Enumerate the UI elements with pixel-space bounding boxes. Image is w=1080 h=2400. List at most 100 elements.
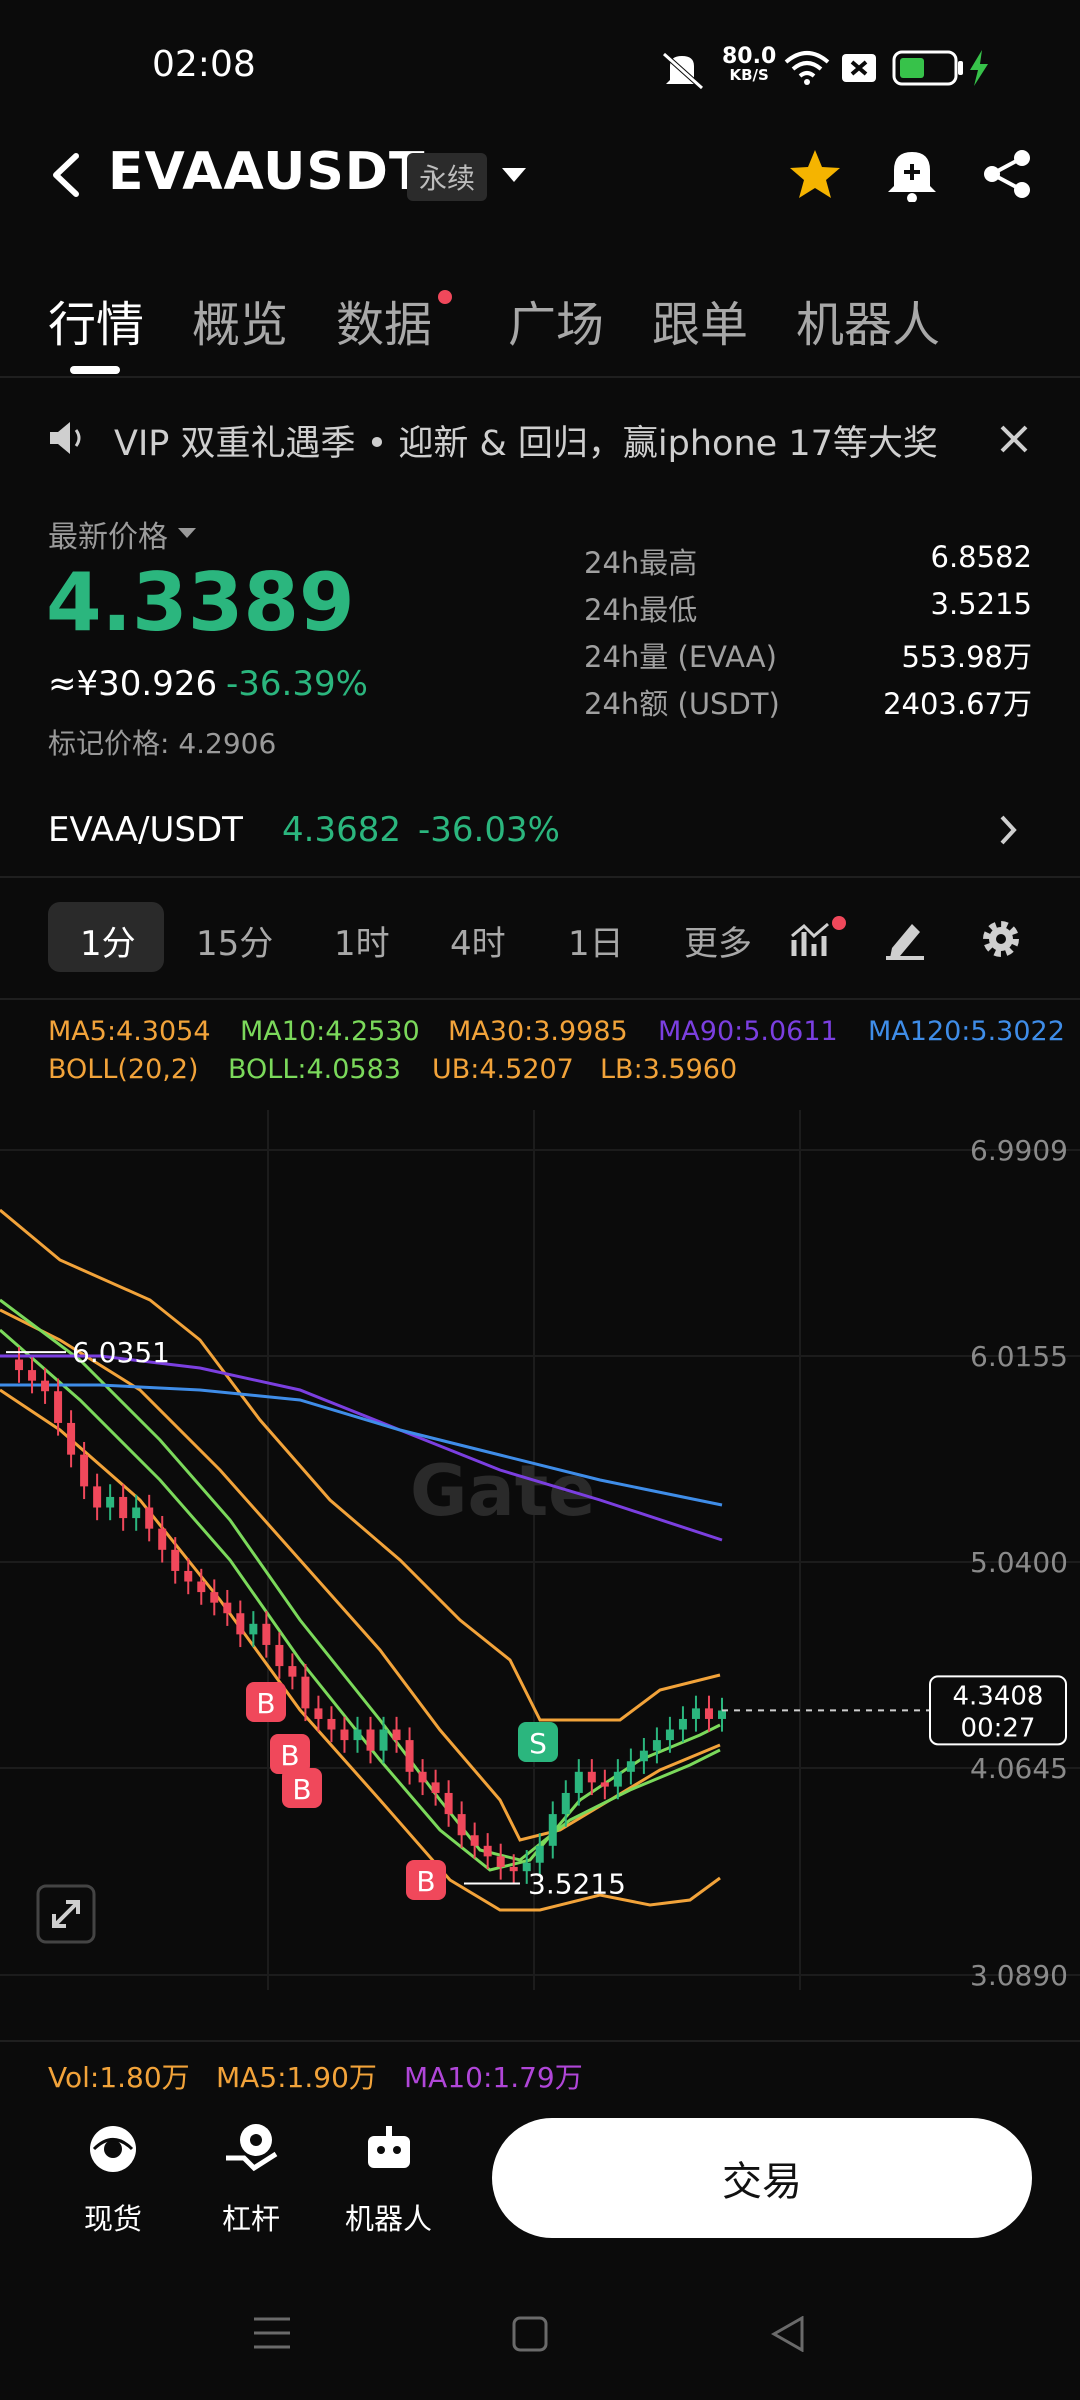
- y-axis-label: 3.0890: [970, 1959, 1068, 1992]
- candle-body: [431, 1782, 440, 1793]
- candle-body: [301, 1676, 310, 1709]
- candle-body: [470, 1835, 479, 1846]
- back-icon[interactable]: [770, 2316, 806, 2352]
- margin-icon[interactable]: [224, 2122, 278, 2174]
- candle-body: [340, 1729, 349, 1741]
- tab-data[interactable]: 数据: [336, 285, 432, 355]
- tab-copy-trading[interactable]: 跟单: [652, 285, 748, 355]
- timeframe-4h[interactable]: 4时: [450, 916, 506, 965]
- buy-signal-label: B: [292, 1773, 311, 1806]
- mute-icon: [662, 52, 704, 90]
- timeframe-1m[interactable]: 1分: [80, 916, 136, 965]
- timeframe-15m[interactable]: 15分: [196, 916, 273, 965]
- robot-icon[interactable]: [364, 2124, 414, 2172]
- candle-body: [613, 1771, 622, 1787]
- ma10-value: MA10:4.2530: [240, 1016, 420, 1047]
- caret-down-icon: [178, 528, 196, 538]
- candle-body: [366, 1729, 375, 1751]
- charging-icon: [970, 50, 988, 86]
- fullscreen-icon[interactable]: [36, 1884, 96, 1944]
- stat-label: 24h最高: [584, 546, 698, 580]
- index-change: -36.03%: [418, 810, 560, 850]
- markers: 6.03513.52154.340800:27BBBBS: [6, 1336, 1067, 1901]
- boll-upper-line: [0, 1208, 721, 1722]
- tab-square[interactable]: 广场: [508, 285, 604, 355]
- tab-active-indicator: [70, 366, 120, 374]
- change-percent: -36.39%: [226, 664, 368, 704]
- spot-icon[interactable]: [88, 2124, 138, 2174]
- buy-signal-label: B: [416, 1865, 435, 1898]
- candle-body: [327, 1718, 336, 1730]
- candle-body: [223, 1602, 232, 1614]
- y-axis-label: 4.0645: [970, 1752, 1068, 1785]
- announcement-text[interactable]: VIP 双重礼遇季 • 迎新 & 回归，赢iphone 17等大奖: [114, 415, 938, 466]
- cny-price: ≈¥30.926: [48, 664, 218, 704]
- sell-signal-label: S: [529, 1727, 547, 1760]
- candle-body: [67, 1422, 76, 1455]
- ma120-line: [0, 1383, 723, 1507]
- buy-signal-label: B: [256, 1687, 275, 1720]
- latest-price-label[interactable]: 最新价格: [48, 512, 196, 556]
- candles: [15, 1346, 726, 1884]
- candle-body: [288, 1666, 297, 1677]
- nav-margin[interactable]: 杠杆: [222, 2196, 280, 2238]
- candle-body: [678, 1718, 687, 1730]
- candle-body: [626, 1761, 635, 1772]
- caret-down-icon[interactable]: [502, 168, 526, 184]
- tab-overview[interactable]: 概览: [192, 285, 288, 355]
- tab-market[interactable]: 行情: [48, 285, 144, 355]
- alert-bell-icon[interactable]: [886, 146, 938, 202]
- chevron-right-icon[interactable]: [998, 814, 1018, 846]
- star-icon[interactable]: [788, 148, 842, 200]
- stat-value: 6.8582: [930, 540, 1032, 574]
- indicator-lines: [0, 1208, 723, 1912]
- indicator-icon[interactable]: [790, 918, 836, 960]
- boll-ub-value: UB:4.5207: [432, 1054, 574, 1085]
- ma90-line: [0, 1354, 723, 1542]
- candle-body: [561, 1792, 570, 1815]
- candle-body: [236, 1613, 245, 1635]
- candle-body: [119, 1496, 128, 1519]
- candle-body: [600, 1782, 609, 1787]
- candle-body: [444, 1792, 453, 1815]
- settings-gear-icon[interactable]: [980, 918, 1022, 960]
- battery-icon: [892, 50, 963, 86]
- candlestick-chart[interactable]: Gate 6.99096.01555.04004.06453.0890 01:1…: [0, 1100, 1080, 2000]
- draw-tool-icon[interactable]: [884, 918, 928, 960]
- index-price: 4.3682: [282, 810, 401, 850]
- ma5-line: [0, 1328, 721, 1872]
- sim-off-icon: [842, 54, 876, 82]
- share-icon[interactable]: [982, 148, 1032, 200]
- timeframe-more[interactable]: 更多: [684, 916, 752, 965]
- candle-body: [158, 1528, 167, 1550]
- candle-body: [262, 1623, 271, 1645]
- candle-body: [353, 1729, 362, 1741]
- candle-body: [718, 1710, 726, 1719]
- close-icon[interactable]: [999, 424, 1029, 454]
- ma5-value: MA5:4.3054: [48, 1016, 211, 1047]
- candle-body: [41, 1380, 50, 1392]
- nav-bots[interactable]: 机器人: [345, 2196, 432, 2238]
- candle-body: [249, 1623, 258, 1635]
- boll-lower-line: [0, 1388, 721, 1912]
- timeframe-1h[interactable]: 1时: [334, 916, 390, 965]
- candle-body: [418, 1771, 427, 1783]
- home-icon[interactable]: [512, 2316, 548, 2352]
- index-pair[interactable]: EVAA/USDT: [48, 810, 243, 850]
- trade-button[interactable]: 交易: [492, 2118, 1032, 2238]
- tab-bots[interactable]: 机器人: [796, 285, 940, 355]
- stat-label: 24h额 (USDT): [584, 687, 780, 721]
- menu-icon[interactable]: [252, 2316, 292, 2350]
- nav-spot[interactable]: 现货: [84, 2196, 142, 2238]
- candle-body: [54, 1391, 63, 1423]
- timeframe-1d[interactable]: 1日: [568, 916, 624, 965]
- back-arrow-icon[interactable]: [48, 150, 84, 200]
- buy-signal-label: B: [280, 1739, 299, 1772]
- ma120-value: MA120:5.3022: [868, 1016, 1065, 1047]
- divider: [0, 376, 1080, 378]
- candle-body: [171, 1549, 180, 1571]
- pair-title[interactable]: EVAAUSDT: [108, 142, 425, 202]
- candle-body: [483, 1845, 492, 1857]
- candle-body: [574, 1771, 583, 1793]
- candle-body: [184, 1570, 193, 1582]
